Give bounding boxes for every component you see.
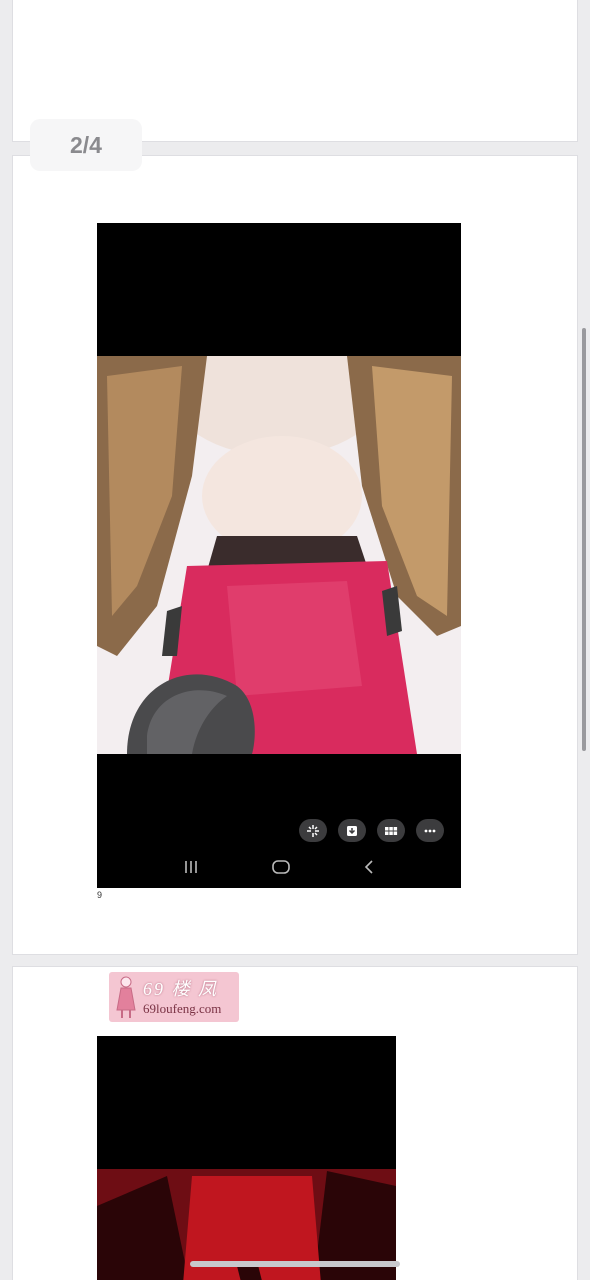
scrollbar[interactable] [582, 328, 586, 751]
figure-logo-icon [109, 972, 143, 1022]
download-icon[interactable] [338, 819, 366, 842]
home-icon [272, 859, 290, 879]
photo [97, 356, 461, 888]
image-caption: 9 [97, 890, 103, 900]
back-icon [363, 859, 375, 879]
more-icon[interactable] [416, 819, 444, 842]
recents-icon [183, 860, 199, 879]
watermark-url: 69loufeng.com [143, 1000, 222, 1016]
site-watermark: 69 楼 凤 69loufeng.com [109, 972, 239, 1022]
watermark-title: 69 楼 凤 [143, 978, 218, 999]
page-indicator: 2/4 [30, 119, 142, 171]
phone-nav-bar [97, 857, 461, 881]
post-image[interactable] [97, 223, 461, 888]
post-image-2[interactable] [97, 1036, 396, 1280]
home-indicator[interactable] [190, 1261, 400, 1267]
sparkle-icon[interactable] [299, 819, 327, 842]
image-action-bar [299, 819, 444, 842]
grid-icon[interactable] [377, 819, 405, 842]
